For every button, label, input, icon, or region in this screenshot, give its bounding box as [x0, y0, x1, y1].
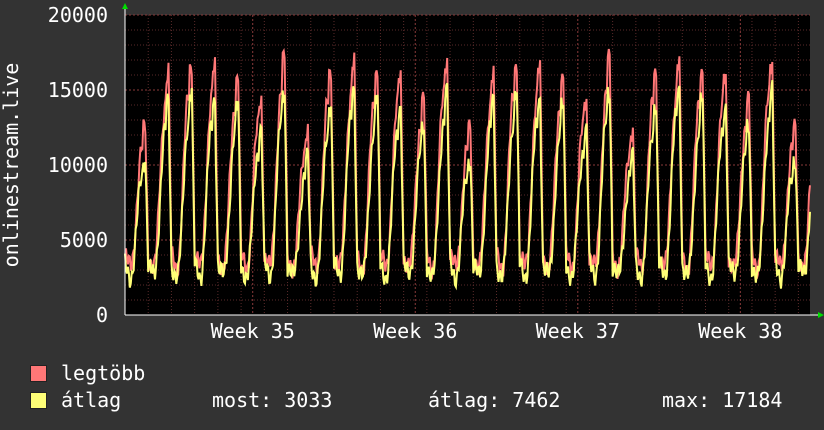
y-tick-label: 5000: [60, 228, 108, 252]
legend-label-avg: átlag: [61, 388, 122, 412]
x-axis-arrow: [818, 312, 824, 318]
legend-row-max: legtöbb: [30, 360, 810, 387]
y-tick-label: 15000: [48, 78, 108, 102]
x-tick-label: Week 35: [211, 319, 295, 343]
chart: 0 5000 10000 15000 20000 Week 35 Week 36 Week 3…: [0, 3, 824, 343]
legend-label-max: legtöbb: [61, 361, 146, 385]
y-tick-label: 20000: [48, 3, 108, 27]
y-tick-label: 0: [96, 303, 108, 327]
legend: legtöbb átlag most: 3033 átlag: 7462 max…: [30, 360, 810, 414]
y-axis-arrow: [122, 3, 128, 9]
x-tick-label: Week 37: [536, 319, 620, 343]
y-tick-label: 10000: [48, 153, 108, 177]
stat-max: max: 17184: [662, 388, 783, 412]
y-axis-title: onlinestream.live: [0, 63, 23, 268]
legend-row-avg: átlag most: 3033 átlag: 7462 max: 17184: [30, 387, 810, 414]
legend-swatch-max: [30, 365, 47, 382]
x-tick-label: Week 36: [373, 319, 457, 343]
legend-swatch-avg: [30, 392, 47, 409]
x-tick-label: Week 38: [698, 319, 782, 343]
stat-avg: átlag: 7462: [428, 388, 561, 412]
stat-now: most: 3033: [212, 388, 333, 412]
